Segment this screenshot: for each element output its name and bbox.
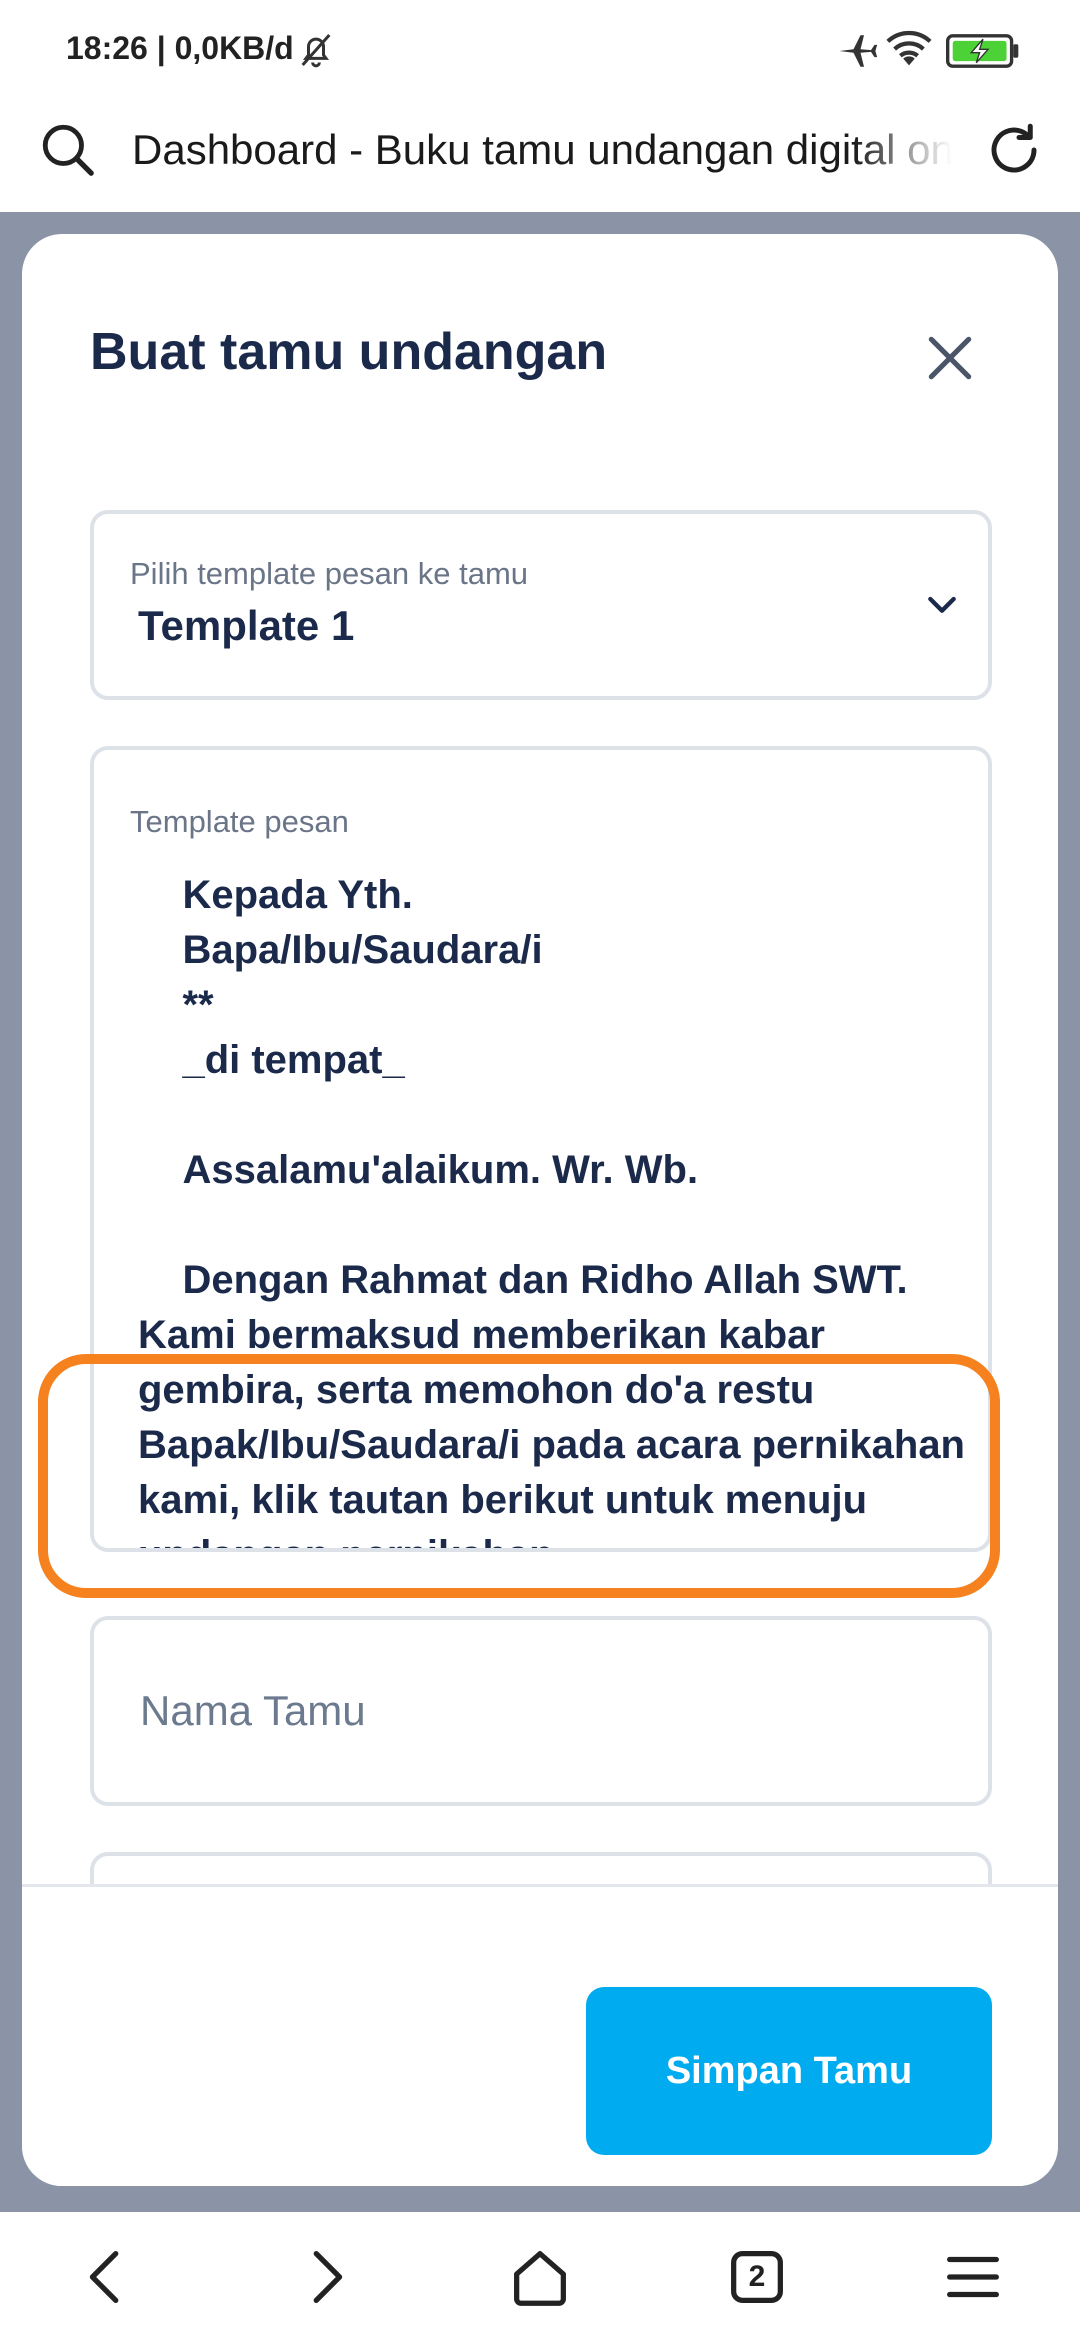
focus-highlight xyxy=(38,1354,1000,1598)
bell-off-icon xyxy=(301,34,331,68)
wifi-icon xyxy=(886,30,932,66)
template-select-value: Template 1 xyxy=(138,602,355,649)
chevron-down-icon xyxy=(928,596,956,613)
browser-nav-bar: 2 xyxy=(0,2212,1080,2340)
battery-charging-icon xyxy=(946,34,1019,68)
tabs-button[interactable]: 2 xyxy=(722,2242,792,2312)
guest-name-input[interactable] xyxy=(94,1620,988,1802)
tab-count: 2 xyxy=(748,2260,766,2293)
create-guest-modal: Buat tamu undangan Pilih template pesan … xyxy=(22,234,1058,2186)
page-title-url[interactable]: Dashboard - Buku tamu undangan digital o… xyxy=(132,120,952,180)
forward-icon[interactable] xyxy=(290,2242,360,2312)
refresh-icon[interactable] xyxy=(984,120,1044,180)
browser-address-bar: Dashboard - Buku tamu undangan digital o… xyxy=(0,100,1080,212)
modal-footer: Simpan Tamu xyxy=(22,1884,1058,2186)
home-icon[interactable] xyxy=(505,2242,575,2312)
airplane-icon xyxy=(839,35,878,67)
close-icon[interactable] xyxy=(922,330,978,386)
status-time: 18:26 | 0,0KB/d xyxy=(66,30,294,66)
search-icon[interactable] xyxy=(38,120,96,178)
modal-title: Buat tamu undangan xyxy=(90,323,608,381)
menu-icon[interactable] xyxy=(938,2242,1008,2312)
template-select[interactable]: Pilih template pesan ke tamu Template 1 xyxy=(90,510,992,700)
template-select-label: Pilih template pesan ke tamu xyxy=(130,556,529,591)
save-guest-button[interactable]: Simpan Tamu xyxy=(586,1987,992,2155)
message-template-label: Template pesan xyxy=(130,804,349,839)
status-bar: 18:26 | 0,0KB/d xyxy=(0,0,1080,100)
back-icon[interactable] xyxy=(72,2242,142,2312)
guest-name-field[interactable] xyxy=(90,1616,992,1806)
